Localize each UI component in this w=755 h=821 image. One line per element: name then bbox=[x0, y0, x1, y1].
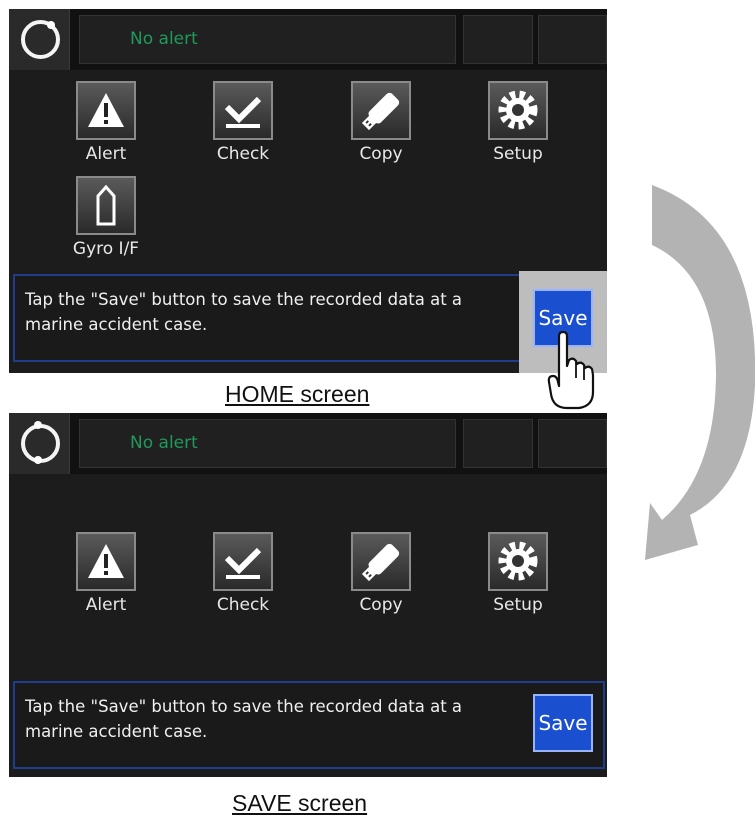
app-label: Alert bbox=[85, 144, 127, 164]
status-dot-icon bbox=[34, 456, 42, 464]
app-setup[interactable]: Setup bbox=[451, 532, 571, 620]
app-gyro-if[interactable]: Gyro I/F bbox=[39, 176, 159, 264]
warning-triangle-icon bbox=[76, 532, 136, 591]
app-label: Alert bbox=[85, 595, 127, 615]
tapping-hand-icon bbox=[547, 330, 595, 410]
app-setup[interactable]: Setup bbox=[451, 81, 571, 169]
save-screen-caption: SAVE screen bbox=[232, 790, 368, 816]
app-label: Setup bbox=[493, 595, 543, 615]
app-label: Check bbox=[216, 595, 270, 615]
app-copy[interactable]: Copy bbox=[314, 532, 434, 620]
gear-icon bbox=[488, 81, 548, 140]
home-screen-caption: HOME screen bbox=[225, 381, 370, 407]
ship-bow-icon bbox=[76, 176, 136, 235]
app-label: Copy bbox=[359, 595, 403, 615]
save-message-text: Tap the "Save" button to save the record… bbox=[25, 290, 463, 334]
alert-display[interactable]: No alert bbox=[79, 419, 456, 468]
top-slot-2[interactable] bbox=[538, 419, 607, 468]
save-message-panel: Tap the "Save" button to save the record… bbox=[13, 274, 605, 362]
alert-display[interactable]: No alert bbox=[79, 15, 456, 64]
top-slot-1[interactable] bbox=[463, 15, 533, 64]
usb-drive-icon bbox=[351, 81, 411, 140]
save-message-text: Tap the "Save" button to save the record… bbox=[25, 697, 463, 741]
app-alert[interactable]: Alert bbox=[39, 532, 159, 620]
top-slot-2[interactable] bbox=[538, 15, 607, 64]
transition-arrow bbox=[645, 185, 755, 560]
top-bar: No alert bbox=[9, 413, 607, 474]
save-message-panel: Tap the "Save" button to save the record… bbox=[13, 681, 605, 769]
save-button[interactable]: Save bbox=[533, 694, 593, 752]
status-indicator[interactable] bbox=[9, 413, 70, 474]
app-label: Gyro I/F bbox=[72, 239, 140, 259]
app-copy[interactable]: Copy bbox=[314, 81, 434, 169]
app-label: Setup bbox=[493, 144, 543, 164]
app-label: Check bbox=[216, 144, 270, 164]
status-dot-icon bbox=[34, 421, 42, 429]
app-alert[interactable]: Alert bbox=[39, 81, 159, 169]
app-check[interactable]: Check bbox=[176, 81, 296, 169]
save-screen: No alert Alert Check Copy Setup Tap the … bbox=[9, 413, 607, 777]
app-check[interactable]: Check bbox=[176, 532, 296, 620]
top-slot-1[interactable] bbox=[463, 419, 533, 468]
app-label: Copy bbox=[359, 144, 403, 164]
checkmark-icon bbox=[213, 532, 273, 591]
status-indicator[interactable] bbox=[9, 9, 70, 70]
usb-drive-icon bbox=[351, 532, 411, 591]
gear-icon bbox=[488, 532, 548, 591]
alert-status-text: No alert bbox=[130, 29, 198, 49]
alert-status-text: No alert bbox=[130, 433, 198, 453]
status-dot-icon bbox=[47, 21, 55, 29]
top-bar: No alert bbox=[9, 9, 607, 70]
home-screen: No alert Alert Check Copy Setup Gyro I/F bbox=[9, 9, 607, 373]
checkmark-icon bbox=[213, 81, 273, 140]
warning-triangle-icon bbox=[76, 81, 136, 140]
